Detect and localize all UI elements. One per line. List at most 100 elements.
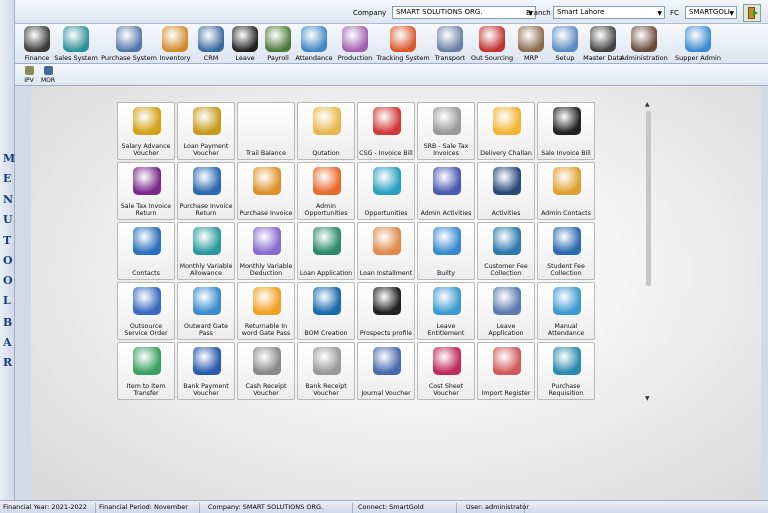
tile-prospects-profile[interactable]: Prospects profile — [357, 282, 415, 340]
branch-select[interactable]: Smart Lahore ▼ — [553, 6, 665, 19]
tile-customer-fee-collection[interactable]: Customer Fee Collection — [477, 222, 535, 280]
toolbar-letter: R — [3, 356, 13, 369]
tile-delivery-challan[interactable]: Delivery Challan — [477, 102, 535, 160]
tile-label: Salary Advance Voucher — [121, 143, 171, 157]
menu-item-out-sourcing[interactable]: Out Sourcing — [470, 24, 514, 64]
toolbar-letter: A — [3, 336, 12, 349]
company-select[interactable]: SMART SOLUTIONS ORG. ▼ — [392, 6, 536, 19]
tile-bom-creation[interactable]: BOM Creation — [297, 282, 355, 340]
tile-opportunities[interactable]: Opportunities — [357, 162, 415, 220]
tile-label: Loan Installment — [359, 270, 413, 277]
tile-bank-payment-voucher[interactable]: Bank Payment Voucher — [177, 342, 235, 400]
tile-cost-sheet-voucher[interactable]: Cost Sheet Voucher — [417, 342, 475, 400]
tile-loan-application[interactable]: Loan Application — [297, 222, 355, 280]
scroll-thumb[interactable] — [646, 111, 651, 286]
journal-ticket-icon — [373, 347, 401, 375]
tile-purchase-invoice-return[interactable]: Purchase Invoice Return — [177, 162, 235, 220]
tile-label: Purchase Invoice Return — [179, 203, 233, 217]
tile-journal-voucher[interactable]: Journal Voucher — [357, 342, 415, 400]
application-form-icon — [493, 287, 521, 315]
menu-item-label: Purchase System — [101, 54, 157, 62]
tile-admin-contacts[interactable]: Admin Contacts — [537, 162, 595, 220]
attendance-icon — [301, 26, 327, 52]
tile-sale-tax-invoice-return[interactable]: Sale Tax Invoice Return — [117, 162, 175, 220]
tile-activities[interactable]: Activities — [477, 162, 535, 220]
setup-icon — [552, 26, 578, 52]
tile-item-to-item-transfer[interactable]: Item to Item Transfer — [117, 342, 175, 400]
tile-sale-invoice-bill[interactable]: Sale Invoice Bill — [537, 102, 595, 160]
menu-item-payroll[interactable]: Payroll — [263, 24, 293, 64]
tile-admin-opportunities[interactable]: Admin Opportunities — [297, 162, 355, 220]
tile-manual-attendance[interactable]: Manual Attendance — [537, 282, 595, 340]
fc-label: FC — [670, 9, 679, 17]
super-admin-icon — [685, 26, 711, 52]
tile-loan-payment-voucher[interactable]: Loan Payment Voucher — [177, 102, 235, 160]
tile-label: Purchase Requisition — [548, 383, 584, 397]
tile-purchase-invoice[interactable]: Purchase Invoice — [237, 162, 295, 220]
tile-import-register[interactable]: Import Register — [477, 342, 535, 400]
menu-item-finance[interactable]: Finance — [20, 24, 54, 64]
tile-builty[interactable]: Builty — [417, 222, 475, 280]
tile-label: Loan Application — [299, 270, 353, 277]
submenu-item-mor[interactable]: MOR — [40, 65, 56, 85]
menu-item-attendance[interactable]: Attendance — [294, 24, 334, 64]
menu-item-sales-system[interactable]: Sales System — [54, 24, 98, 64]
scroll-up-icon[interactable]: ▲ — [645, 101, 650, 108]
menu-item-administration[interactable]: Administration — [619, 24, 669, 64]
tile-salary-advance-voucher[interactable]: Salary Advance Voucher — [117, 102, 175, 160]
purchase-system-icon — [116, 26, 142, 52]
fee-collection-icon — [493, 227, 521, 255]
tile-trail-balance[interactable]: Trail Balance — [237, 102, 295, 160]
tile-csg-invoice-bill[interactable]: CSG - Invoice Bill — [357, 102, 415, 160]
tile-cash-receipt-voucher[interactable]: Cash Receipt Voucher — [237, 342, 295, 400]
tile-leave-application[interactable]: Leave Application — [477, 282, 535, 340]
exit-button[interactable] — [743, 4, 761, 22]
tile-student-fee-collection[interactable]: Student Fee Collection — [537, 222, 595, 280]
menu-item-inventory[interactable]: Inventory — [158, 24, 192, 64]
menu-item-production[interactable]: Production — [335, 24, 375, 64]
tile-qutation[interactable]: Qutation — [297, 102, 355, 160]
tile-label: Opportunities — [364, 210, 408, 217]
tile-contacts[interactable]: Contacts — [117, 222, 175, 280]
menu-item-leave[interactable]: Leave — [232, 24, 258, 64]
submenu-item-ipv[interactable]: IPV — [21, 65, 37, 85]
tile-outsource-service-order[interactable]: Outsource Service Order — [117, 282, 175, 340]
menu-item-mrp[interactable]: MRP — [516, 24, 546, 64]
top-filter-bar: Company SMART SOLUTIONS ORG. ▼ Branch Sm… — [15, 0, 768, 24]
leave-icon — [232, 26, 258, 52]
menu-item-tracking-system[interactable]: Tracking System — [376, 24, 430, 64]
activities-icon — [493, 167, 521, 195]
menu-item-setup[interactable]: Setup — [550, 24, 580, 64]
scroll-down-icon[interactable]: ▼ — [645, 395, 650, 402]
menu-item-transport[interactable]: Transport — [433, 24, 467, 64]
bank-card-icon — [193, 347, 221, 375]
tile-purchase-requisition[interactable]: Purchase Requisition — [537, 342, 595, 400]
return-arrow-icon — [193, 167, 221, 195]
cargo-ship-icon — [433, 227, 461, 255]
dashboard-content: Salary Advance Voucher Loan Payment Vouch… — [31, 86, 761, 500]
tile-monthly-variable-allowance[interactable]: Monthly Variable Allowance — [177, 222, 235, 280]
tile-admin-activities[interactable]: Admin Activities — [417, 162, 475, 220]
tile-label: Import Register — [481, 390, 531, 397]
toolbar-letter: U — [3, 213, 13, 226]
tile-returnable-in-word-gate-pass[interactable]: Returnable In word Gate Pass — [237, 282, 295, 340]
tile-returnable-outward-gate-pass[interactable]: Returnable Outward Gate Pass — [177, 282, 235, 340]
tile-label: BOM Creation — [304, 330, 348, 337]
tile-bank-receipt-voucher[interactable]: Bank Receipt Voucher — [297, 342, 355, 400]
menu-item-purchase-system[interactable]: Purchase System — [101, 24, 157, 64]
submenu-item-label: IPV — [24, 77, 34, 84]
tile-loan-installment[interactable]: Loan Installment — [357, 222, 415, 280]
tile-label: Leave Entitlement — [427, 323, 465, 337]
invoice-icon — [253, 167, 281, 195]
fc-select[interactable]: SMARTGOLI ▼ — [685, 6, 737, 19]
gate-barrier-icon — [193, 287, 221, 315]
menu-item-crm[interactable]: CRM — [198, 24, 224, 64]
toolbar-letter: O — [3, 254, 13, 267]
magnet-icon — [253, 287, 281, 315]
contact-book-icon — [553, 167, 581, 195]
tile-leave-entitlement[interactable]: Leave Entitlement — [417, 282, 475, 340]
tile-grid-scrollbar[interactable]: ▲ ▼ — [644, 101, 654, 405]
tile-monthly-variable-deduction[interactable]: Monthly Variable Deduction — [237, 222, 295, 280]
tile-srb-sale-tax-invoices[interactable]: SRB - Sale Tax Invoices — [417, 102, 475, 160]
menu-item-supper-admin[interactable]: Supper Admin — [673, 24, 723, 64]
